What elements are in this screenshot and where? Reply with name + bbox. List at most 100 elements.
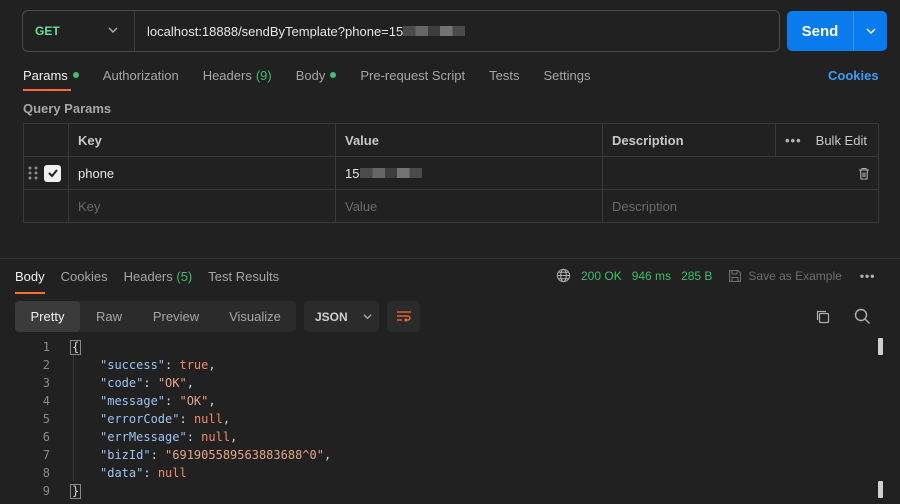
chevron-down-icon	[108, 27, 118, 33]
json-value: null	[193, 412, 223, 426]
drag-handle-icon[interactable]	[28, 165, 38, 181]
tab-pre-request-label: Pre-request Script	[360, 67, 466, 83]
tab-settings[interactable]: Settings	[543, 64, 590, 86]
json-comma: ,	[230, 430, 238, 444]
json-key: "data"	[100, 466, 144, 480]
json-key: "errorCode"	[100, 412, 180, 426]
url-input[interactable]: localhost:18888/sendByTemplate?phone=15	[147, 11, 466, 51]
code-line: 4 "message": "OK",	[0, 392, 870, 410]
response-headers-count: (5)	[176, 269, 193, 284]
view-visualize[interactable]: Visualize	[214, 301, 296, 332]
response-time[interactable]: 946 ms	[632, 269, 671, 283]
method-label: GET	[35, 24, 60, 38]
url-text: localhost:18888/sendByTemplate?phone=15	[147, 23, 404, 39]
wrap-lines-button[interactable]	[387, 301, 420, 332]
more-options-icon[interactable]: •••	[860, 269, 876, 283]
header-description: Description	[603, 124, 776, 157]
response-tabs: Body Cookies Headers (5) Test Results	[15, 269, 295, 284]
empty-row-handle	[24, 190, 69, 222]
send-options-button[interactable]	[853, 11, 887, 51]
view-raw[interactable]: Raw	[80, 301, 138, 332]
editor-scrollbar-thumb-bottom[interactable]	[878, 481, 883, 498]
line-number: 1	[42, 340, 50, 354]
json-comma: ,	[323, 448, 332, 462]
tab-params-label: Params	[23, 67, 68, 83]
save-icon	[729, 269, 742, 282]
save-as-example-label: Save as Example	[748, 268, 842, 283]
editor-scrollbar-thumb[interactable]	[878, 338, 883, 355]
tab-body[interactable]: Body	[296, 64, 337, 86]
active-dot	[72, 72, 79, 78]
response-headers-label: Headers	[123, 269, 173, 284]
response-tab-underline	[15, 292, 45, 294]
response-tab-test-results[interactable]: Test Results	[208, 269, 279, 284]
response-tab-headers[interactable]: Headers (5)	[124, 269, 193, 284]
json-value: "OK"	[157, 376, 187, 390]
search-icon[interactable]	[854, 308, 871, 325]
line-number: 3	[42, 376, 50, 390]
response-body-editor[interactable]: 1{ 2 "success": true, 3 "code": "OK", 4 "me…	[0, 338, 870, 500]
header-key: Key	[69, 124, 336, 157]
format-select[interactable]: JSON	[304, 301, 379, 332]
param-description-cell[interactable]	[603, 157, 878, 190]
line-number: 6	[42, 430, 50, 444]
cookies-link[interactable]: Cookies	[828, 68, 879, 83]
more-options-icon[interactable]: •••	[785, 133, 802, 148]
redacted-blur	[403, 26, 466, 36]
param-value: 15	[345, 165, 360, 181]
json-key: "errMessage"	[100, 430, 187, 444]
new-key-input[interactable]: Key	[69, 190, 336, 222]
request-tabs: Params Authorization Headers (9) Body Pre…	[23, 64, 614, 86]
tab-authorization-label: Authorization	[102, 67, 179, 83]
line-number: 9	[42, 484, 50, 498]
json-key: "code"	[100, 376, 144, 390]
tab-headers-count: (9)	[255, 67, 272, 83]
response-size[interactable]: 285 B	[681, 269, 712, 283]
tab-underline	[23, 89, 71, 91]
globe-icon[interactable]	[556, 268, 571, 283]
tab-params[interactable]: Params	[23, 64, 79, 86]
json-value: null	[157, 466, 187, 480]
param-key-cell[interactable]: phone	[69, 157, 336, 190]
send-button[interactable]: Send	[787, 11, 853, 51]
pane-divider[interactable]	[0, 258, 900, 259]
view-preview[interactable]: Preview	[138, 301, 214, 332]
new-description-input[interactable]: Description	[603, 190, 878, 222]
param-key: phone	[78, 165, 115, 181]
view-mode-group: Pretty Raw Preview Visualize	[15, 301, 296, 332]
param-checkbox[interactable]	[44, 164, 61, 182]
status-code[interactable]: 200 OK	[581, 269, 622, 283]
save-as-example-button[interactable]: Save as Example	[728, 268, 842, 283]
wrap-lines-icon	[396, 310, 411, 322]
method-select[interactable]: GET	[23, 11, 135, 51]
query-params-title: Query Params	[23, 101, 112, 116]
response-tab-body[interactable]: Body	[15, 269, 45, 284]
format-label: JSON	[315, 309, 348, 324]
close-brace: }	[70, 483, 82, 499]
redacted-blur	[360, 168, 423, 178]
json-value: "OK"	[179, 394, 209, 408]
code-line: 7 "bizId": "691905589563883688^0",	[0, 446, 870, 464]
trash-icon[interactable]	[858, 167, 870, 180]
bulk-edit-button[interactable]: Bulk Edit	[816, 133, 867, 148]
line-number: 5	[42, 412, 50, 426]
tab-headers[interactable]: Headers (9)	[203, 64, 272, 86]
response-tab-cookies[interactable]: Cookies	[61, 269, 108, 284]
tab-tests[interactable]: Tests	[489, 64, 519, 86]
param-value-cell[interactable]: 15	[336, 157, 603, 190]
row-handle-cell	[24, 157, 69, 190]
chevron-down-icon	[866, 28, 875, 34]
header-value: Value	[336, 124, 603, 157]
json-value: true	[179, 358, 209, 372]
tab-pre-request-script[interactable]: Pre-request Script	[360, 64, 465, 86]
send-button-group: Send	[787, 11, 887, 51]
json-comma: ,	[208, 394, 216, 408]
code-line: 1{	[0, 338, 870, 356]
tab-tests-label: Tests	[489, 67, 520, 83]
view-pretty[interactable]: Pretty	[15, 301, 80, 332]
json-comma: ,	[208, 358, 216, 372]
tab-authorization[interactable]: Authorization	[103, 64, 179, 86]
new-value-input[interactable]: Value	[336, 190, 603, 222]
copy-icon[interactable]	[815, 309, 831, 325]
code-line: 2 "success": true,	[0, 356, 870, 374]
